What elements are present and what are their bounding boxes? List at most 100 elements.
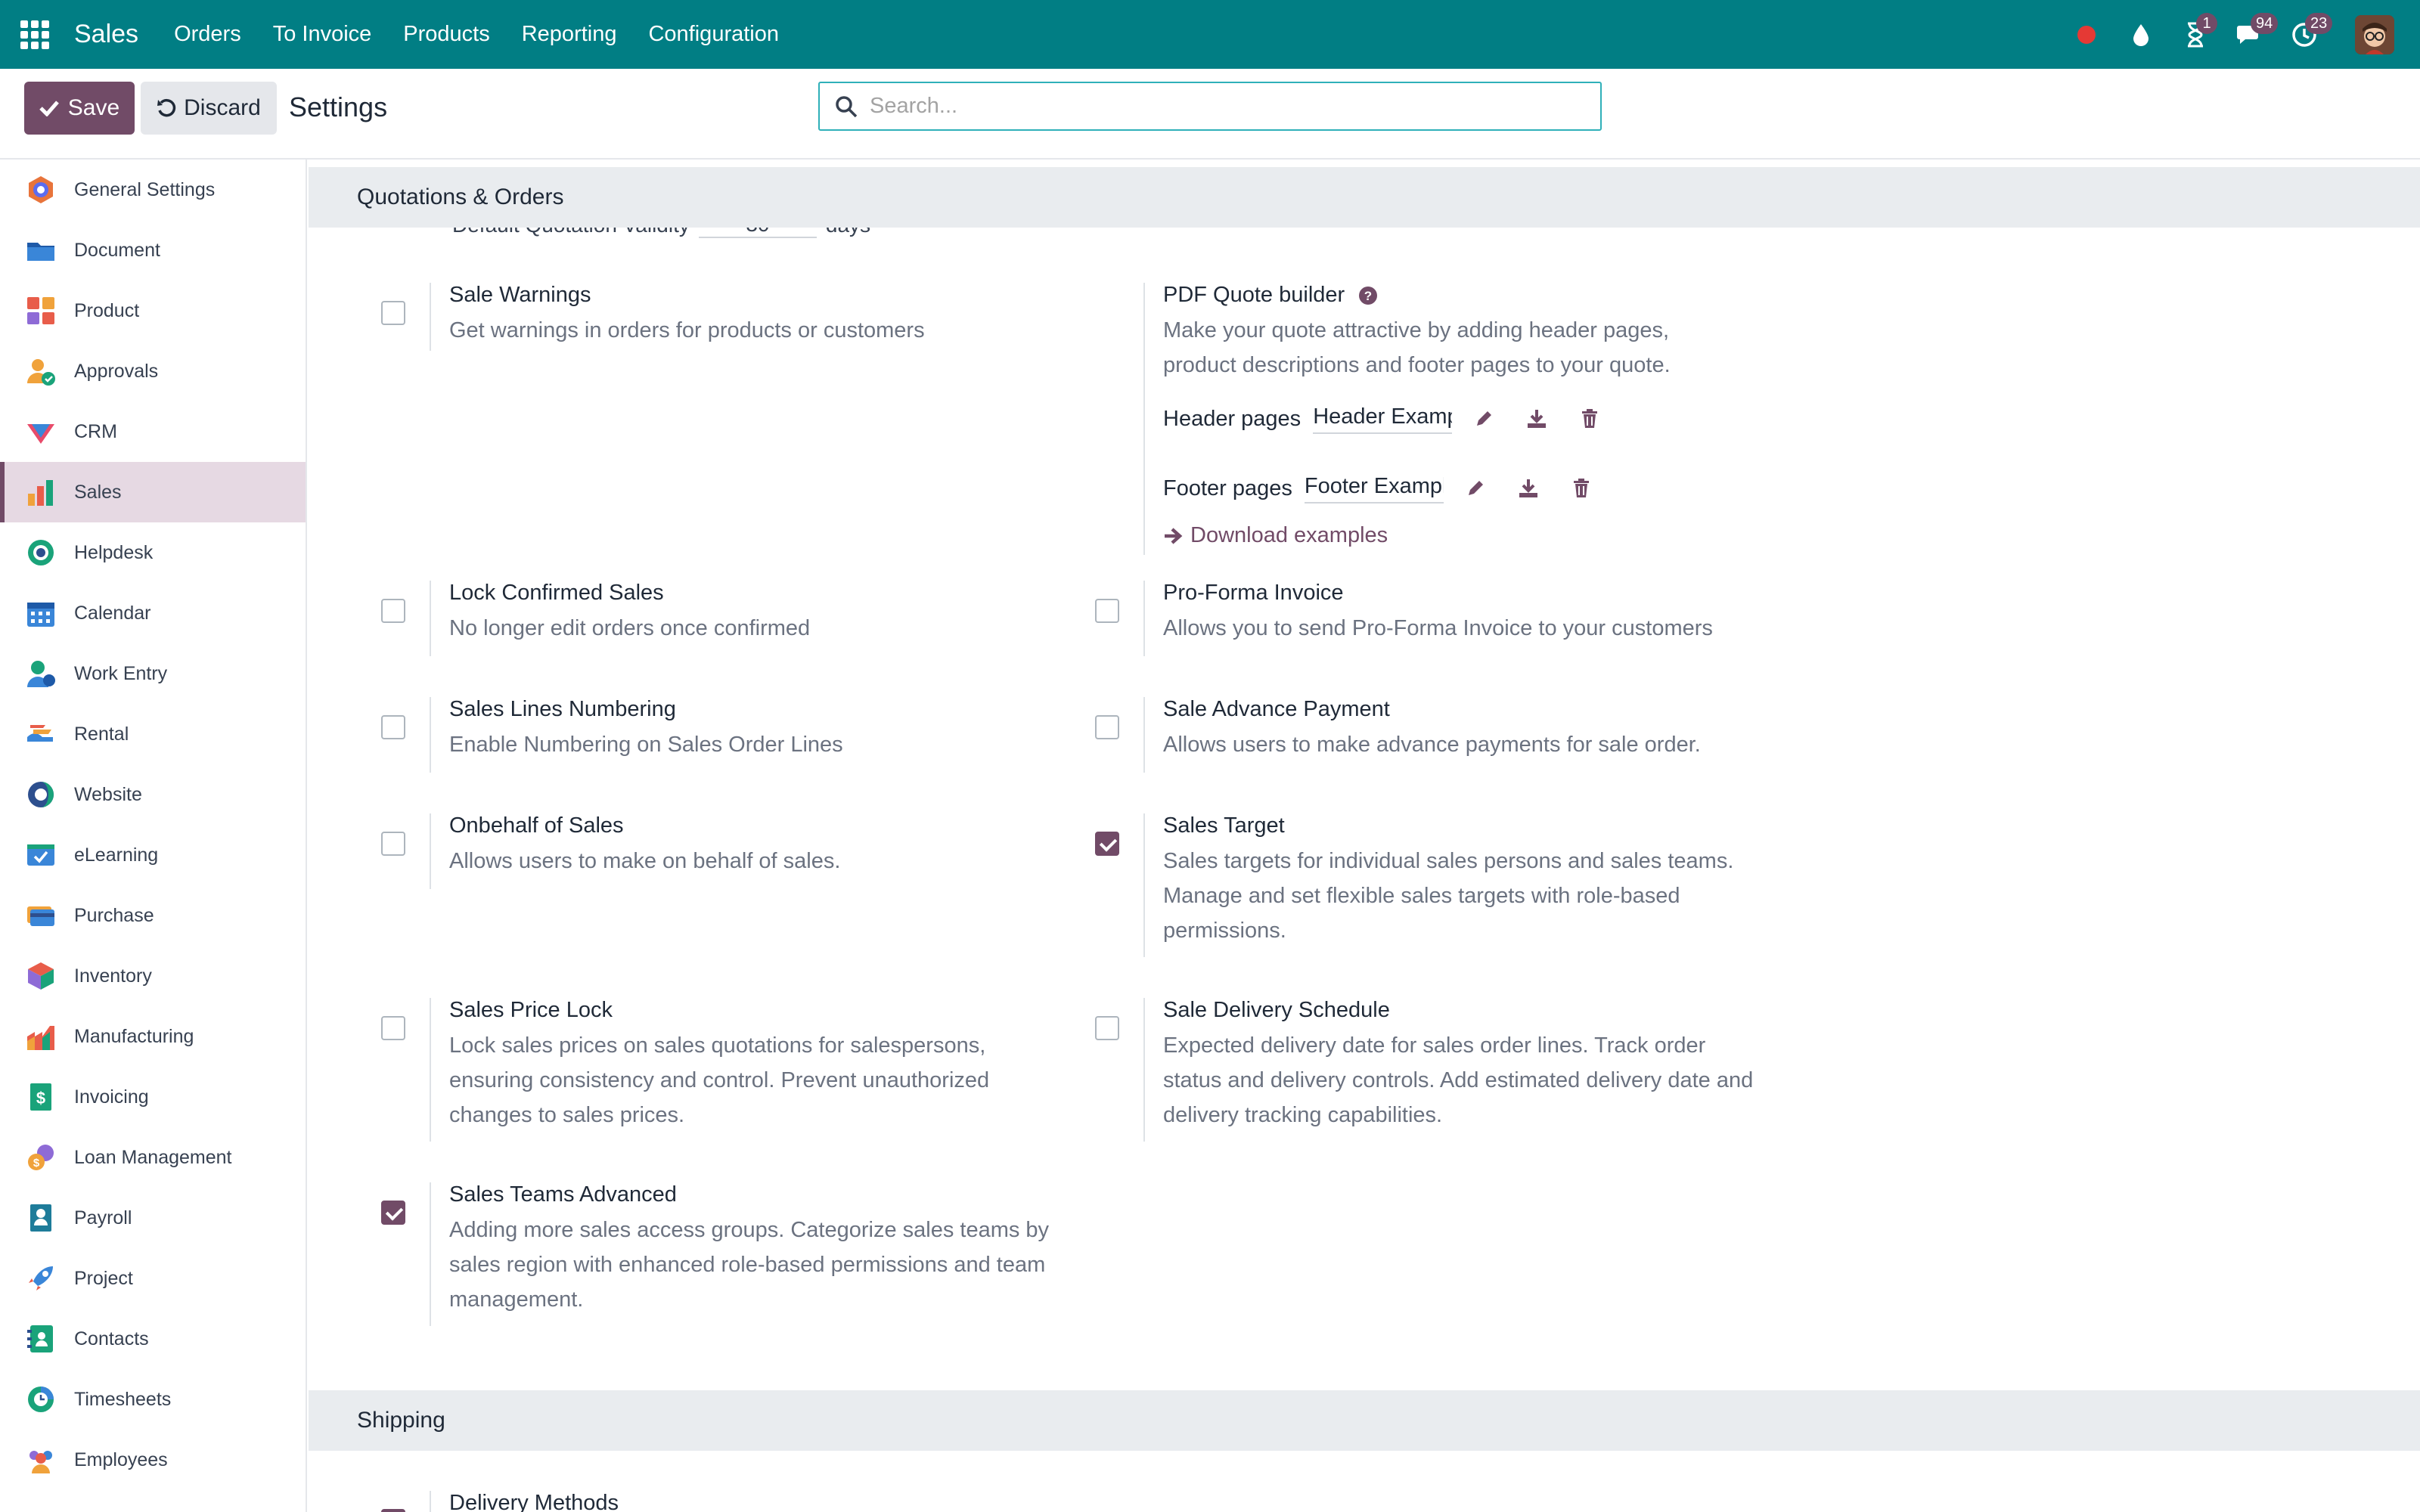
sales-price-lock-checkbox[interactable] [381,1016,405,1040]
contacts-icon [26,1324,56,1354]
sidebar-item-contacts[interactable]: Contacts [0,1309,306,1369]
download-examples-link[interactable]: Download examples [1163,523,1388,548]
sidebar-item-timesheets[interactable]: Timesheets [0,1369,306,1430]
footer-pages-input[interactable]: Footer Example [1304,474,1444,503]
activities-badge: 1 [2196,12,2217,34]
sidebar-item-payroll[interactable]: Payroll [0,1188,306,1248]
sale-warnings-checkbox[interactable] [381,301,405,325]
setting-description: Make your quote attractive by adding hea… [1163,318,1671,377]
helpdesk-icon [26,538,56,568]
payroll-icon [26,1203,56,1233]
divider [430,813,431,889]
onbehalf-of-sales-checkbox[interactable] [381,832,405,856]
setting-title: Sale Delivery Schedule [1163,998,1390,1022]
top-navbar: Sales Orders To Invoice Products Reporti… [0,0,2420,69]
messages-icon[interactable]: 94 [2232,12,2279,52]
edit-pencil-icon[interactable] [1469,404,1499,434]
divider [1143,998,1145,1142]
recording-dot-icon[interactable] [2069,17,2104,52]
delivery-methods-checkbox[interactable] [381,1509,405,1512]
discard-button[interactable]: Discard [141,82,277,135]
invoicing-icon: $ [26,1082,56,1112]
sidebar-item-invoicing[interactable]: $ Invoicing [0,1067,306,1127]
sidebar-item-rental[interactable]: Rental [0,704,306,764]
clock-icon[interactable]: 23 [2287,12,2333,52]
divider [430,998,431,1142]
sidebar-item-project[interactable]: Project [0,1248,306,1309]
sidebar-item-employees[interactable]: Employees [0,1430,306,1490]
sales-lines-numbering-checkbox[interactable] [381,715,405,739]
menu-configuration[interactable]: Configuration [648,22,779,47]
menu-products[interactable]: Products [403,22,489,47]
sidebar-item-document[interactable]: Document [0,220,306,280]
sidebar-item-helpdesk[interactable]: Helpdesk [0,522,306,583]
sidebar-item-label: Project [74,1267,133,1289]
sidebar-item-label: Approvals [74,360,159,382]
rental-icon [26,719,56,749]
control-panel: Save Discard Settings [0,69,2420,160]
sidebar-item-label: Rental [74,723,129,745]
search-input[interactable] [870,94,1550,119]
sidebar-item-website[interactable]: Website [0,764,306,825]
sidebar-item-work-entry[interactable]: Work Entry [0,643,306,704]
inventory-icon [26,961,56,991]
trash-icon[interactable] [1575,404,1605,434]
sales-target-checkbox[interactable] [1095,832,1119,856]
divider [430,1182,431,1326]
setting-description: Allows you to send Pro-Forma Invoice to … [1163,616,1713,640]
menu-to-invoice[interactable]: To Invoice [273,22,372,47]
sidebar-item-sales[interactable]: Sales [0,462,306,522]
setting-pdf-quote-builder: PDF Quote builder ? Make your quote attr… [1095,283,1791,555]
header-pages-field: Header pages Header Example [1163,404,1605,434]
divider [1143,813,1145,957]
app-brand[interactable]: Sales [74,20,138,49]
divider [430,283,431,351]
search-icon [836,95,858,117]
sidebar-item-product[interactable]: Product [0,280,306,341]
sidebar-item-loan-management[interactable]: $ Loan Management [0,1127,306,1188]
user-avatar[interactable] [2355,14,2394,54]
search-box[interactable] [818,82,1602,131]
setting-sales-price-lock: Sales Price Lock Lock sales prices on sa… [381,998,1077,1149]
setting-onbehalf-of-sales: Onbehalf of Sales Allows users to make o… [381,813,1077,897]
sidebar-item-label: Manufacturing [74,1025,194,1047]
sale-advance-payment-checkbox[interactable] [1095,715,1119,739]
app-menu-icon[interactable] [18,18,51,51]
setting-sales-teams-advanced: Sales Teams Advanced Adding more sales a… [381,1182,1077,1334]
sales-teams-advanced-checkbox[interactable] [381,1201,405,1225]
setting-title: Sales Price Lock [449,998,613,1022]
sidebar-item-calendar[interactable]: Calendar [0,583,306,643]
setting-description: Allows users to make on behalf of sales. [449,849,841,873]
sidebar-item-approvals[interactable]: Approvals [0,341,306,401]
menu-orders[interactable]: Orders [174,22,241,47]
sidebar-item-label: Work Entry [74,662,168,684]
download-icon[interactable] [1513,473,1544,503]
setting-description: Adding more sales access groups. Categor… [449,1218,1050,1312]
download-icon[interactable] [1522,404,1552,434]
sidebar-item-general-settings[interactable]: General Settings [0,160,306,220]
save-button[interactable]: Save [24,82,135,135]
pro-forma-invoice-checkbox[interactable] [1095,599,1119,623]
setting-description: Lock sales prices on sales quotations fo… [449,1033,990,1127]
activities-icon[interactable]: 1 [2178,12,2217,52]
sidebar-item-manufacturing[interactable]: Manufacturing [0,1006,306,1067]
divider [430,1491,431,1512]
sidebar-item-purchase[interactable]: Purchase [0,885,306,946]
lock-confirmed-sales-checkbox[interactable] [381,599,405,623]
sidebar-item-label: Inventory [74,965,152,987]
sale-delivery-schedule-checkbox[interactable] [1095,1016,1119,1040]
setting-title: Lock Confirmed Sales [449,581,664,605]
clock-badge: 23 [2305,12,2333,34]
sidebar-item-label: eLearning [74,844,159,866]
sidebar-item-crm[interactable]: CRM [0,401,306,462]
sidebar-item-elearning[interactable]: eLearning [0,825,306,885]
help-icon[interactable]: ? [1358,286,1378,305]
setting-sales-lines-numbering: Sales Lines Numbering Enable Numbering o… [381,697,1077,780]
menu-reporting[interactable]: Reporting [522,22,617,47]
work-entry-icon [26,658,56,689]
header-pages-input[interactable]: Header Example [1313,404,1453,434]
trash-icon[interactable] [1566,473,1596,503]
sidebar-item-inventory[interactable]: Inventory [0,946,306,1006]
edit-pencil-icon[interactable] [1460,473,1491,503]
droplet-icon[interactable] [2124,17,2158,52]
